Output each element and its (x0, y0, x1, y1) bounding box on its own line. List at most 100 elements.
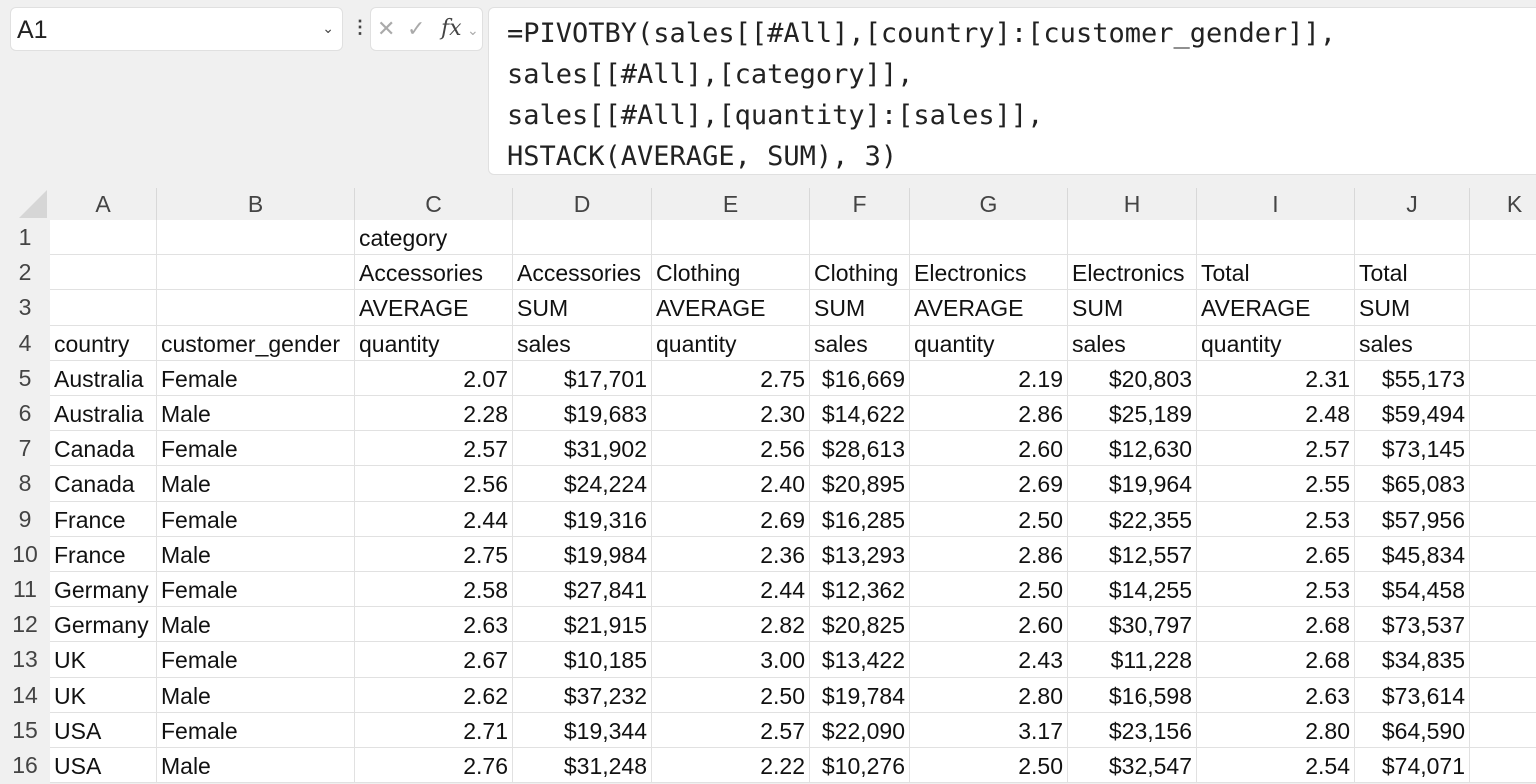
cell[interactable]: $19,683 (513, 396, 652, 432)
cell[interactable] (1470, 325, 1536, 361)
row-header[interactable]: 14 (0, 677, 50, 713)
cell[interactable] (1470, 431, 1536, 467)
more-options-icon[interactable]: ⋮ (351, 17, 369, 38)
cell[interactable]: 2.50 (910, 501, 1068, 537)
cell[interactable]: category (355, 220, 513, 256)
cell[interactable]: $64,590 (1355, 712, 1470, 748)
cell[interactable]: Australia (50, 360, 157, 396)
cell[interactable]: $16,285 (810, 501, 910, 537)
cell[interactable]: Female (157, 431, 355, 467)
cell[interactable]: $27,841 (513, 572, 652, 608)
cancel-icon[interactable]: ✕ (377, 16, 395, 42)
cell[interactable] (1068, 220, 1197, 256)
cell[interactable]: 2.57 (652, 712, 810, 748)
column-header-B[interactable]: B (157, 188, 355, 220)
cell[interactable]: 2.57 (1197, 431, 1355, 467)
cell[interactable]: 2.22 (652, 748, 810, 784)
cell[interactable]: Female (157, 360, 355, 396)
cell[interactable]: $31,902 (513, 431, 652, 467)
cell[interactable] (513, 220, 652, 256)
cell[interactable]: $32,547 (1068, 748, 1197, 784)
cell[interactable]: AVERAGE (652, 290, 810, 326)
cell[interactable]: AVERAGE (910, 290, 1068, 326)
cell[interactable]: 2.58 (355, 572, 513, 608)
cell[interactable]: AVERAGE (355, 290, 513, 326)
cell[interactable]: Canada (50, 431, 157, 467)
cell[interactable]: Electronics (910, 255, 1068, 291)
cell[interactable]: 2.40 (652, 466, 810, 502)
cell[interactable]: 2.53 (1197, 501, 1355, 537)
cell[interactable]: 2.56 (355, 466, 513, 502)
cell[interactable]: $12,630 (1068, 431, 1197, 467)
cell[interactable] (1470, 501, 1536, 537)
cell[interactable]: quantity (652, 325, 810, 361)
cell[interactable]: Female (157, 572, 355, 608)
cell[interactable]: 2.44 (652, 572, 810, 608)
cell[interactable] (910, 220, 1068, 256)
row-header[interactable]: 15 (0, 712, 50, 748)
cell[interactable]: 2.19 (910, 360, 1068, 396)
cell[interactable]: Total (1197, 255, 1355, 291)
column-header-G[interactable]: G (910, 188, 1068, 220)
column-header-E[interactable]: E (652, 188, 810, 220)
cell[interactable]: $10,276 (810, 748, 910, 784)
cell[interactable]: $45,834 (1355, 536, 1470, 572)
cell[interactable]: $73,614 (1355, 677, 1470, 713)
cell[interactable] (1470, 677, 1536, 713)
row-header[interactable]: 2 (0, 255, 50, 291)
cell[interactable]: $12,557 (1068, 536, 1197, 572)
cell[interactable] (157, 255, 355, 291)
cell[interactable]: AVERAGE (1197, 290, 1355, 326)
cell[interactable]: quantity (910, 325, 1068, 361)
cell[interactable] (1470, 360, 1536, 396)
cell[interactable]: $65,083 (1355, 466, 1470, 502)
column-header-F[interactable]: F (810, 188, 910, 220)
cell[interactable]: 3.17 (910, 712, 1068, 748)
cell[interactable]: 2.75 (355, 536, 513, 572)
cell[interactable]: $54,458 (1355, 572, 1470, 608)
cell[interactable]: 2.57 (355, 431, 513, 467)
cell[interactable]: 2.86 (910, 396, 1068, 432)
cell[interactable]: $19,784 (810, 677, 910, 713)
cell[interactable]: $22,355 (1068, 501, 1197, 537)
cell[interactable] (157, 290, 355, 326)
cell[interactable]: $17,701 (513, 360, 652, 396)
cell[interactable]: sales (1355, 325, 1470, 361)
row-header[interactable]: 13 (0, 642, 50, 678)
cell[interactable]: Accessories (513, 255, 652, 291)
cell[interactable]: $24,224 (513, 466, 652, 502)
cell[interactable]: France (50, 536, 157, 572)
cell[interactable]: 2.53 (1197, 572, 1355, 608)
cell[interactable]: 2.54 (1197, 748, 1355, 784)
cell[interactable]: quantity (355, 325, 513, 361)
cell[interactable]: Male (157, 677, 355, 713)
confirm-icon[interactable]: ✓ (407, 16, 425, 42)
cell[interactable]: USA (50, 748, 157, 784)
cell[interactable]: sales (1068, 325, 1197, 361)
cell[interactable]: Australia (50, 396, 157, 432)
cell[interactable]: 2.36 (652, 536, 810, 572)
cell[interactable]: 2.62 (355, 677, 513, 713)
cell[interactable]: Electronics (1068, 255, 1197, 291)
cell[interactable]: Male (157, 466, 355, 502)
cell[interactable]: 2.56 (652, 431, 810, 467)
row-header[interactable]: 6 (0, 396, 50, 432)
row-header[interactable]: 7 (0, 431, 50, 467)
column-header-C[interactable]: C (355, 188, 513, 220)
cell[interactable]: 2.69 (910, 466, 1068, 502)
cell[interactable]: 2.31 (1197, 360, 1355, 396)
cell[interactable]: $34,835 (1355, 642, 1470, 678)
cell[interactable] (1470, 572, 1536, 608)
cell[interactable]: $59,494 (1355, 396, 1470, 432)
cell[interactable]: $73,145 (1355, 431, 1470, 467)
row-header[interactable]: 8 (0, 466, 50, 502)
cell[interactable]: 2.50 (652, 677, 810, 713)
cell[interactable]: $20,803 (1068, 360, 1197, 396)
cell[interactable] (157, 220, 355, 256)
row-header[interactable]: 10 (0, 536, 50, 572)
cell[interactable] (1470, 220, 1536, 256)
cell[interactable]: SUM (1068, 290, 1197, 326)
cell[interactable]: 2.69 (652, 501, 810, 537)
cell[interactable]: $19,964 (1068, 466, 1197, 502)
cell[interactable]: 2.80 (910, 677, 1068, 713)
